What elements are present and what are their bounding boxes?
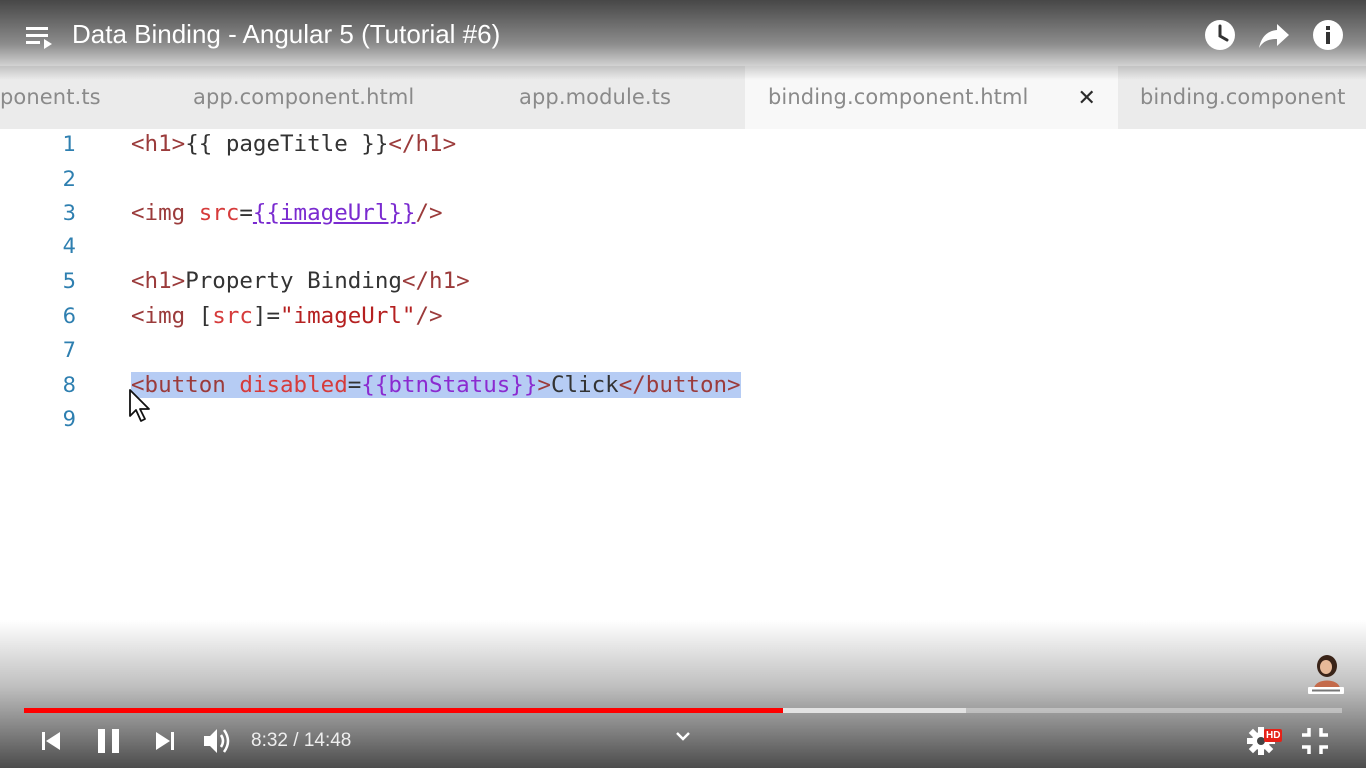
code-line: 2 (0, 164, 1366, 198)
tab-label: binding.component (1140, 85, 1346, 109)
video-title[interactable]: Data Binding - Angular 5 (Tutorial #6) (72, 19, 500, 50)
code-text: <h1>{{ pageTitle }}</h1> (131, 131, 456, 157)
line-number: 5 (62, 269, 76, 293)
code-line: 8 <button disabled={{btnStatus}}>Click</… (0, 370, 1366, 404)
code-token: /> (415, 200, 443, 226)
line-number: 2 (62, 167, 76, 191)
code-token: <h1> (131, 131, 186, 157)
code-token: = (266, 303, 281, 329)
channel-watermark[interactable] (1306, 654, 1346, 696)
code-token: /> (415, 303, 443, 329)
tab-label: app.component.html (193, 85, 415, 109)
line-number: 6 (62, 304, 76, 328)
exit-fullscreen-icon[interactable] (1298, 724, 1332, 758)
tab-label: binding.component.html (768, 85, 1029, 109)
playlist-icon[interactable] (26, 25, 54, 49)
code-token: {{btnStatus}} (361, 372, 538, 398)
code-text: <img src={{imageUrl}}/> (131, 200, 443, 226)
code-editor[interactable]: 1 <h1>{{ pageTitle }}</h1> 2 3 <img src=… (0, 129, 1366, 649)
code-token: </h1> (388, 131, 457, 157)
code-token: = (347, 372, 362, 398)
code-token: {{ pageTitle }} (185, 131, 389, 157)
duration: 14:48 (303, 730, 352, 751)
code-line: 5 <h1>Property Binding</h1> (0, 266, 1366, 300)
video-title-bar: Data Binding - Angular 5 (Tutorial #6) (0, 0, 1366, 70)
code-token: <img (131, 303, 199, 329)
code-token: "imageUrl" (280, 303, 416, 329)
volume-icon[interactable] (200, 724, 234, 758)
code-token: [ (198, 303, 213, 329)
code-line: 3 <img src={{imageUrl}}/> (0, 198, 1366, 232)
clock-icon[interactable] (1203, 18, 1237, 52)
progress-bar[interactable] (24, 708, 1342, 713)
share-icon[interactable] (1257, 18, 1291, 52)
code-line: 9 (0, 404, 1366, 438)
line-number: 4 (62, 234, 76, 258)
code-line: 7 (0, 335, 1366, 369)
code-line: 4 (0, 231, 1366, 265)
code-token: Property Binding (185, 268, 402, 294)
previous-icon[interactable] (34, 724, 68, 758)
code-token: src (212, 303, 253, 329)
line-number: 1 (62, 132, 76, 156)
code-text: <h1>Property Binding</h1> (131, 268, 470, 294)
selected-code-text: <button disabled={{btnStatus}}>Click</bu… (131, 372, 741, 398)
code-token: = (239, 200, 253, 226)
line-number: 7 (62, 338, 76, 362)
code-text: <img [src]="imageUrl"/> (131, 303, 443, 329)
code-token: {{imageUrl}} (252, 200, 416, 226)
code-token: > (537, 372, 551, 398)
code-line: 6 <img [src]="imageUrl"/> (0, 301, 1366, 335)
code-token: <img (131, 200, 199, 226)
time-display: 8:32 / 14:48 (251, 730, 351, 752)
code-token: Click (550, 372, 619, 398)
code-token: </button> (618, 372, 741, 398)
next-icon[interactable] (148, 724, 182, 758)
code-token: disabled (239, 372, 348, 398)
line-number: 8 (62, 373, 76, 397)
line-number: 3 (62, 201, 76, 225)
code-token: src (198, 200, 240, 226)
current-time: 8:32 (251, 730, 288, 751)
line-number: 9 (62, 407, 76, 431)
mouse-cursor-icon (129, 389, 150, 422)
info-icon[interactable] (1311, 18, 1345, 52)
tab-label: app.module.ts (519, 85, 672, 109)
close-icon[interactable]: ✕ (1077, 86, 1096, 111)
code-token: ] (252, 303, 267, 329)
hd-badge: HD (1264, 729, 1283, 742)
pause-icon[interactable] (92, 724, 126, 758)
code-line: 1 <h1>{{ pageTitle }}</h1> (0, 129, 1366, 163)
tab-label: ponent.ts (0, 85, 101, 109)
played-bar (24, 708, 784, 713)
code-token: <h1> (131, 268, 186, 294)
code-token: </h1> (401, 268, 470, 294)
time-separator: / (287, 730, 304, 751)
chevron-down-icon[interactable] (673, 726, 693, 746)
